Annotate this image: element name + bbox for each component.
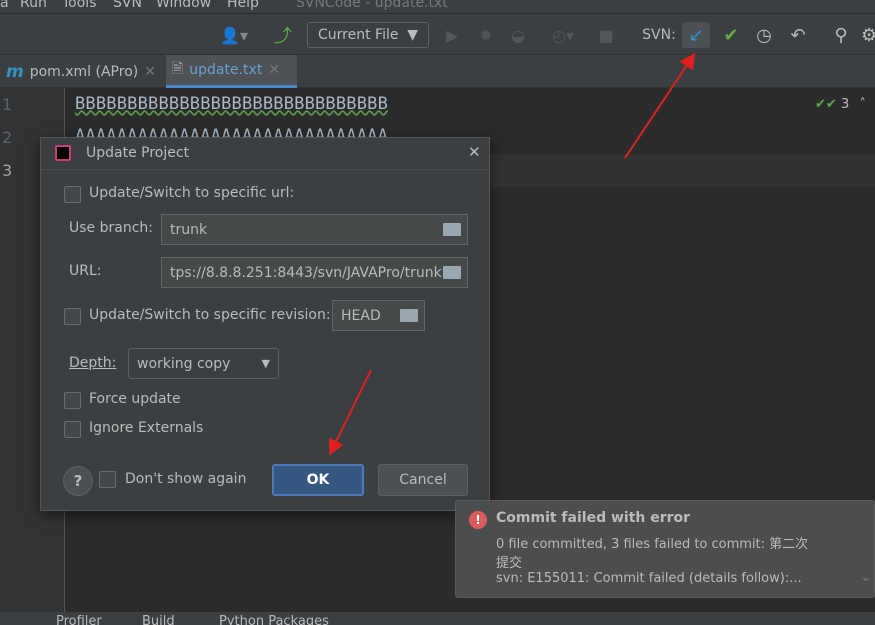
annotation-arrows [329, 52, 696, 456]
annotation-arrow [624, 52, 696, 159]
annotation-arrow [329, 369, 372, 456]
